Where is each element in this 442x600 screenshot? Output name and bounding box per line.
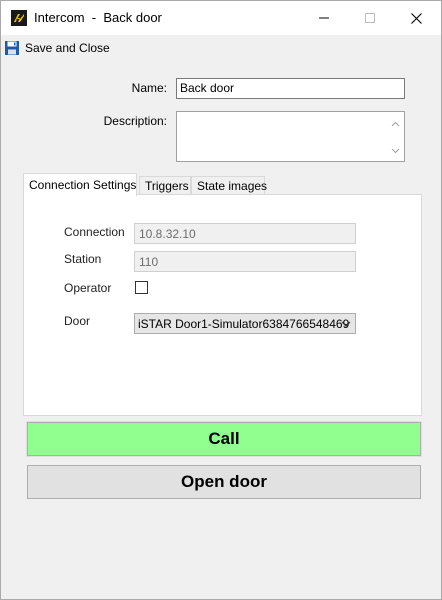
- save-icon: [5, 41, 19, 55]
- name-label: Name:: [131, 81, 167, 95]
- description-input[interactable]: [176, 111, 405, 162]
- connection-field: 10.8.32.10: [134, 223, 356, 244]
- minimize-icon: [319, 17, 329, 19]
- save-and-close-label: Save and Close: [25, 41, 110, 55]
- scroll-down-icon[interactable]: [391, 146, 400, 155]
- scroll-up-icon[interactable]: [391, 120, 400, 129]
- close-icon: [410, 12, 422, 24]
- maximize-button[interactable]: [347, 1, 393, 35]
- toolbar: Save and Close: [1, 37, 441, 59]
- door-label: Door: [64, 314, 91, 328]
- maximize-icon: [365, 13, 375, 23]
- intercom-app-icon: [11, 10, 27, 26]
- connection-settings-panel: Connection 10.8.32.10 Station 110 Operat…: [23, 194, 422, 416]
- station-field: 110: [134, 251, 356, 272]
- name-input[interactable]: Back door: [176, 78, 405, 99]
- operator-label: Operator: [64, 281, 112, 295]
- minimize-button[interactable]: [301, 1, 347, 35]
- description-label: Description:: [103, 114, 167, 128]
- connection-label: Connection: [64, 225, 125, 239]
- description-scrollbar[interactable]: [387, 112, 404, 161]
- title-bar[interactable]: Intercom - Back door: [1, 1, 441, 35]
- open-door-button[interactable]: Open door: [27, 465, 421, 499]
- station-label: Station: [64, 252, 102, 266]
- close-button[interactable]: [393, 1, 439, 35]
- call-button[interactable]: Call: [26, 421, 422, 457]
- intercom-window: Intercom - Back door Save and Close Name…: [0, 0, 442, 600]
- door-dropdown[interactable]: iSTAR Door1-Simulator6384766548469: [134, 313, 356, 334]
- tab-state-images[interactable]: State images: [191, 176, 267, 195]
- save-and-close-button[interactable]: Save and Close: [4, 39, 110, 57]
- tab-connection-settings[interactable]: Connection Settings: [23, 173, 137, 196]
- operator-checkbox[interactable]: [135, 281, 148, 294]
- window-title: Intercom - Back door: [34, 10, 162, 25]
- tab-triggers[interactable]: Triggers: [139, 176, 191, 195]
- chevron-down-icon: [341, 321, 351, 327]
- door-selected-value: iSTAR Door1-Simulator6384766548469: [138, 317, 350, 331]
